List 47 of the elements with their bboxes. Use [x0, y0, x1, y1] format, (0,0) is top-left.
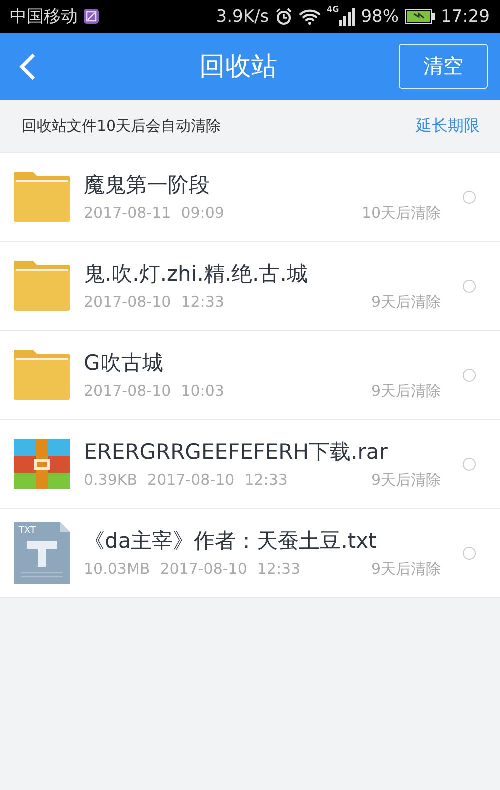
clear-button[interactable]: 清空 [399, 44, 488, 89]
folder-icon [14, 261, 70, 311]
clock-time: 17:29 [441, 6, 490, 26]
deleted-date: 2017-08-10 [160, 560, 248, 579]
file-name: 魔鬼第一阶段 [84, 172, 211, 199]
text-file-icon: TXT [14, 522, 70, 584]
network-type: 4G [327, 5, 340, 14]
radio-button[interactable] [463, 190, 476, 204]
expiry-text: 9天后清除 [371, 293, 441, 312]
deleted-date: 2017-08-10 [84, 293, 172, 312]
deleted-date: 2017-08-11 [84, 204, 172, 223]
notice-text: 回收站文件10天后会自动清除 [22, 116, 222, 136]
file-name: ERERGRRGEEFEFERH下载.rar [84, 439, 389, 466]
deleted-time: 12:33 [257, 560, 301, 579]
battery-icon [405, 9, 435, 24]
expiry-text: 9天后清除 [371, 560, 441, 579]
wifi-icon [299, 8, 322, 24]
expiry-text: 10天后清除 [362, 204, 441, 223]
deleted-time: 10:03 [181, 382, 224, 401]
file-size: 0.39KB [84, 471, 138, 490]
deleted-date: 2017-08-10 [84, 382, 172, 401]
radio-button[interactable] [463, 368, 476, 382]
file-name: 《da主宰》作者：天蚕土豆.txt [84, 528, 378, 555]
deleted-date: 2017-08-10 [148, 471, 235, 490]
expiry-text: 9天后清除 [371, 382, 441, 401]
back-icon[interactable] [18, 52, 38, 82]
radio-button[interactable] [463, 280, 476, 292]
file-name: 鬼.吹.灯.zhi.精.绝.古.城 [84, 261, 309, 288]
folder-icon [14, 172, 70, 222]
network-speed: 3.9K/s [216, 6, 270, 26]
expiry-text: 9天后清除 [371, 471, 441, 490]
radio-button[interactable] [463, 458, 476, 470]
battery-percent: 98% [361, 6, 399, 26]
archive-icon [14, 439, 70, 489]
folder-icon [14, 350, 70, 400]
radio-button[interactable] [463, 546, 476, 560]
deleted-time: 09:09 [181, 204, 224, 223]
file-name: G吹古城 [84, 350, 164, 377]
file-size: 10.03MB [84, 560, 150, 579]
deleted-time: 12:33 [181, 293, 224, 312]
signal-icon [339, 8, 356, 26]
carrier-name: 中国移动 [10, 6, 78, 28]
deleted-time: 12:33 [244, 471, 288, 490]
alarm-icon [275, 8, 294, 26]
page-title: 回收站 [198, 51, 278, 84]
extend-link[interactable]: 延长期限 [416, 116, 480, 136]
gallery-icon [84, 9, 99, 24]
